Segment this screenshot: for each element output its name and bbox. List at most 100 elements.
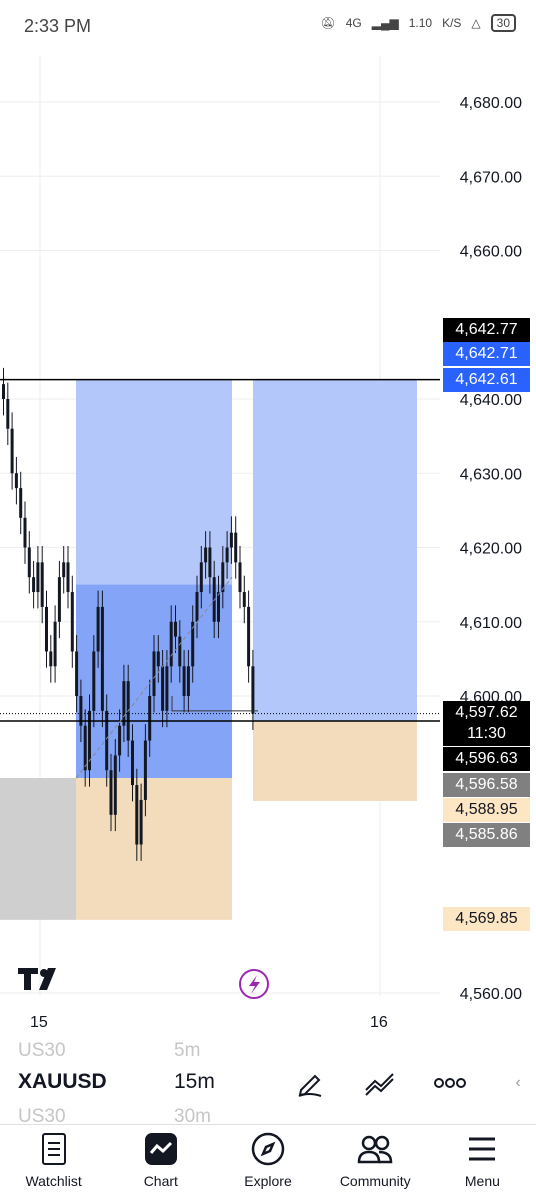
- candle-body: [2, 384, 5, 399]
- candle-body: [251, 666, 255, 714]
- candle-body: [96, 606, 100, 652]
- network-label: 4G: [345, 16, 362, 30]
- y-tick-label: 4,620.00: [460, 541, 522, 558]
- candle-body: [247, 606, 251, 667]
- warning-icon: △: [471, 16, 481, 30]
- candle-body: [105, 710, 109, 771]
- candle-body: [40, 562, 44, 607]
- y-tick-label: 4,680.00: [460, 95, 522, 112]
- watchlist-icon: [36, 1131, 72, 1167]
- candle-body: [6, 399, 10, 429]
- nav-chart[interactable]: Chart: [107, 1125, 214, 1200]
- candle-body: [204, 547, 208, 563]
- nav-explore[interactable]: Explore: [214, 1125, 321, 1200]
- y-tick-label: 4,610.00: [460, 615, 522, 632]
- speed-label: 1.10: [408, 16, 433, 30]
- candle-body: [178, 636, 182, 667]
- candle-body: [45, 606, 48, 652]
- nav-watchlist[interactable]: Watchlist: [0, 1125, 107, 1200]
- chart-icon: [143, 1131, 179, 1167]
- trend-lines-icon: [365, 1073, 394, 1096]
- y-tick-label: 4,660.00: [460, 244, 522, 261]
- signal-icon: ▂▄▆: [371, 16, 399, 30]
- candle-body: [118, 725, 122, 756]
- x-tick-15: 15: [30, 1014, 48, 1031]
- candle-body: [19, 488, 23, 518]
- y-tick-label: 4,630.00: [460, 466, 522, 483]
- candle-body: [109, 770, 113, 815]
- grey-zone: [0, 778, 76, 920]
- stop-zone-2: [253, 721, 417, 801]
- nav-menu[interactable]: Menu: [429, 1125, 536, 1200]
- candle-body: [195, 592, 199, 622]
- nav-menu-label: Menu: [464, 1173, 500, 1189]
- symbol-picker[interactable]: XAUUSD: [18, 1070, 107, 1094]
- community-icon: [357, 1131, 393, 1167]
- candle-body: [10, 428, 14, 474]
- candle-body: [165, 666, 169, 711]
- candle-body: [14, 473, 18, 489]
- chart-area[interactable]: 4,680.00 4,670.00 4,660.00 4,640.00 4,630.00…: [0, 56, 536, 1096]
- candle-body: [57, 577, 61, 622]
- candle-body: [62, 562, 66, 578]
- target-zone-2: [253, 379, 417, 722]
- nav-explore-label: Explore: [244, 1173, 292, 1189]
- nav-watchlist-label: Watchlist: [25, 1173, 82, 1189]
- candle-body: [148, 696, 152, 741]
- candle-body: [66, 562, 70, 593]
- menu-icon: [464, 1131, 500, 1167]
- candle-body: [161, 666, 165, 711]
- candle-body: [100, 606, 104, 711]
- price-tag: 4,596.63: [443, 747, 530, 771]
- candle-body: [122, 681, 126, 726]
- y-tick-label: 4,560.00: [460, 986, 522, 1003]
- candle-body: [131, 740, 134, 786]
- speed-unit-label: K/S: [442, 16, 462, 30]
- price-tag: 4,569.85: [443, 907, 530, 931]
- candle-body: [113, 755, 117, 815]
- nav-community[interactable]: Community: [322, 1125, 429, 1200]
- candle-body: [238, 562, 242, 593]
- candle-body: [135, 785, 139, 845]
- candle-body: [234, 532, 238, 563]
- candle-body: [70, 592, 74, 652]
- ghost-prev-interval: 5m: [174, 1040, 201, 1061]
- price-tag: 11:30: [443, 722, 530, 746]
- candle-body: [49, 651, 53, 667]
- chart-canvas[interactable]: 4,680.00 4,670.00 4,660.00 4,640.00 4,630.00…: [0, 56, 536, 1096]
- candle-body: [182, 666, 186, 696]
- candle-body: [208, 547, 212, 578]
- price-tag: 4,642.61: [443, 368, 530, 392]
- drawing-tool-button[interactable]: [290, 1064, 330, 1102]
- candle-body: [36, 562, 40, 593]
- stop-zone-1: [76, 778, 232, 920]
- candle-body: [217, 592, 220, 622]
- price-tag: 4,596.58: [443, 773, 530, 797]
- price-tag: 4,642.71: [443, 342, 530, 366]
- candle-body: [75, 651, 79, 696]
- tradingview-logo: [18, 968, 38, 990]
- more-button[interactable]: [430, 1064, 470, 1102]
- price-tag: 4,642.77: [443, 318, 530, 342]
- status-icons: 🔕︎ 4G ▂▄▆ 1.10 K/S △ 30: [320, 14, 516, 32]
- candle-body: [53, 621, 57, 667]
- candle-body: [169, 621, 173, 667]
- collapse-toolbar-button[interactable]: ‹: [500, 1064, 536, 1102]
- candle-body: [92, 651, 96, 711]
- candle-body: [186, 666, 190, 696]
- candle-body: [83, 725, 87, 771]
- interval-picker[interactable]: 15m: [174, 1070, 215, 1094]
- ghost-prev-symbol: US30: [18, 1040, 66, 1061]
- price-tag: 4,585.86: [443, 823, 530, 847]
- more-icon: [434, 1078, 466, 1088]
- candle-body: [225, 547, 229, 563]
- candle-body: [23, 517, 27, 548]
- candle-body: [156, 651, 160, 667]
- candle-body: [139, 799, 143, 845]
- status-bar: 2:33 PM 🔕︎ 4G ▂▄▆ 1.10 K/S △ 30: [0, 0, 536, 56]
- flash-bolt: [249, 975, 260, 994]
- candle-body: [143, 740, 147, 800]
- candle-body: [199, 562, 203, 593]
- trend-tool-button[interactable]: [360, 1064, 400, 1102]
- mute-icon: 🔕︎: [320, 16, 336, 30]
